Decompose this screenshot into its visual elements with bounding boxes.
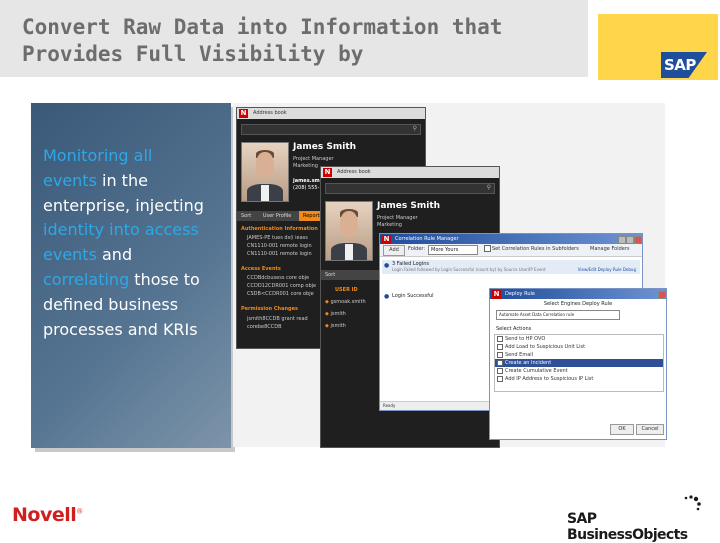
deploy-heading: Select Engines Deploy Rule [543, 301, 613, 307]
window-titlebar: N Correlation Rule Manager [380, 234, 642, 244]
window-title: Correlation Rule Manager [395, 236, 459, 242]
panel-text-segment: and [96, 245, 133, 265]
manage-folders-link[interactable]: Manage Folders [590, 246, 630, 252]
window-title: Address book [337, 169, 371, 175]
window-titlebar: N Address book [237, 108, 425, 119]
action-checkbox[interactable] [497, 344, 503, 350]
close-button[interactable] [658, 291, 666, 299]
dialog-titlebar: N Deploy Rule [490, 289, 666, 299]
person-dept: Marketing [293, 163, 318, 169]
action-item[interactable]: Send Email [495, 351, 663, 359]
access-row: CCDD12CDR001 comp obje [247, 283, 317, 289]
subfolders-label: Set Correlation Rules in Subfolders [492, 246, 579, 252]
user-photo [325, 201, 373, 261]
auth-row: CN1110-001 remote login [247, 251, 312, 257]
novell-n-icon: N [382, 235, 391, 244]
window-titlebar: N Address book [321, 167, 499, 178]
rule-list-item[interactable]: ● 3 Failed Logins Login Failed followed … [382, 260, 640, 274]
maximize-button[interactable] [626, 236, 634, 244]
add-button[interactable]: Add [383, 245, 405, 256]
user-id-row[interactable]: ◆ gsmoak.smith [325, 299, 366, 306]
action-item[interactable]: Send to HP OVO [495, 335, 663, 343]
action-item-selected[interactable]: Create an Incident [495, 359, 663, 367]
slide-title: Convert Raw Data into Information that P… [22, 14, 582, 68]
deploy-rule-dialog: N Deploy Rule Select Engines Deploy Rule… [489, 288, 667, 440]
user-photo [241, 142, 289, 202]
panel-text: Monitoring all events in the enterprise,… [43, 144, 223, 342]
auth-row: CN1110-001 remote login [247, 243, 312, 249]
sort-tab[interactable]: Sort [321, 270, 381, 280]
actions-label: Select Actions [496, 326, 532, 332]
permission-heading: Permission Changes [241, 306, 298, 312]
folder-label: Folder: [408, 246, 426, 252]
engine-select[interactable]: Automate Asset Data Correlation rule [496, 310, 620, 320]
rule-actions-link[interactable]: View/Edit Deploy Rule Debug [578, 267, 636, 272]
panel-text-segment: Monitoring all [43, 146, 153, 165]
sap-logo-text: SAP [664, 56, 696, 74]
action-item[interactable]: Add IP Address to Suspicious IP List [495, 375, 663, 383]
tab-sort[interactable]: Sort [321, 272, 335, 278]
person-dept: Marketing [377, 222, 402, 228]
folder-select[interactable]: More Yours [428, 245, 478, 255]
dialog-title: Deploy Rule [505, 291, 535, 297]
search-icon: ⚲ [486, 184, 491, 191]
cancel-button[interactable]: Cancel [636, 424, 664, 435]
user-id-row[interactable]: ◆ jsmith [325, 323, 346, 330]
slide-title-line-1: Convert Raw Data into Information that [22, 15, 503, 39]
access-row: CSDB<CCDR001 core obje [247, 291, 314, 297]
rule-name: Login Successful [392, 293, 434, 299]
minimize-button[interactable] [618, 236, 626, 244]
rule-list-item[interactable]: ● Login Successful [382, 292, 502, 302]
action-checkbox[interactable] [497, 368, 503, 374]
action-checkbox[interactable] [497, 352, 503, 358]
search-icon: ⚲ [412, 125, 417, 132]
access-heading: Access Events [241, 266, 281, 272]
tab-user-profile[interactable]: User Profile [253, 213, 292, 219]
person-role: Project Manager [293, 156, 334, 162]
novell-n-icon: N [323, 168, 332, 177]
user-id-row[interactable]: ◆ jsmith [325, 311, 346, 318]
subfolders-checkbox[interactable] [484, 245, 491, 252]
novell-logo: Novell® [12, 504, 83, 526]
tab-sort[interactable]: Sort [237, 213, 251, 219]
window-title: Address book [253, 110, 287, 116]
sap-brand-box [598, 14, 718, 80]
rule-detail: Login Failed followed by Login Successfu… [392, 267, 546, 272]
rule-icon: ● [384, 293, 390, 300]
person-name: James Smith [377, 201, 441, 211]
user-id-label: USER ID [335, 287, 358, 293]
novell-logo-text: Novell [12, 504, 77, 526]
panel-text-segment: correlating [43, 269, 130, 289]
search-input[interactable]: ⚲ [325, 183, 495, 194]
rule-icon: ● [384, 262, 390, 269]
access-row: CCDBdcbusess core obje [247, 275, 310, 281]
novell-n-icon: N [492, 290, 501, 299]
correlation-toolbar: Add Folder: More Yours Set Correlation R… [380, 244, 642, 257]
panel-text-segment: events [43, 170, 97, 190]
novell-n-icon: N [239, 109, 248, 118]
person-phone: (208) 555-1 [293, 185, 323, 191]
permission-row: jsmith8CCDB grant read [247, 316, 308, 322]
screenshot-collage: N Address book ⚲ James Smith Project Man… [233, 103, 667, 448]
search-input[interactable]: ⚲ [241, 124, 421, 135]
auth-row: JAMES-PE tues ds(i ieass [247, 235, 308, 241]
action-checkbox[interactable] [497, 360, 503, 366]
person-role: Project Manager [377, 215, 418, 221]
sap-businessobjects-logo: SAP BusinessObjects [567, 511, 688, 543]
action-checkbox[interactable] [497, 336, 503, 342]
action-item[interactable]: Add Load to Suspicious Unit List [495, 343, 663, 351]
action-item[interactable]: Create Cumulative Event [495, 367, 663, 375]
slide-title-line-2: Provides Full Visibility by [22, 42, 364, 66]
auth-heading: Authentication Information [241, 226, 318, 232]
close-button[interactable] [634, 236, 642, 244]
action-checkbox[interactable] [497, 376, 503, 382]
ok-button[interactable]: OK [610, 424, 634, 435]
actions-list: Send to HP OVO Add Load to Suspicious Un… [494, 334, 664, 392]
permission-row: corebe8CCDB [247, 324, 282, 330]
person-name: James Smith [293, 142, 357, 152]
